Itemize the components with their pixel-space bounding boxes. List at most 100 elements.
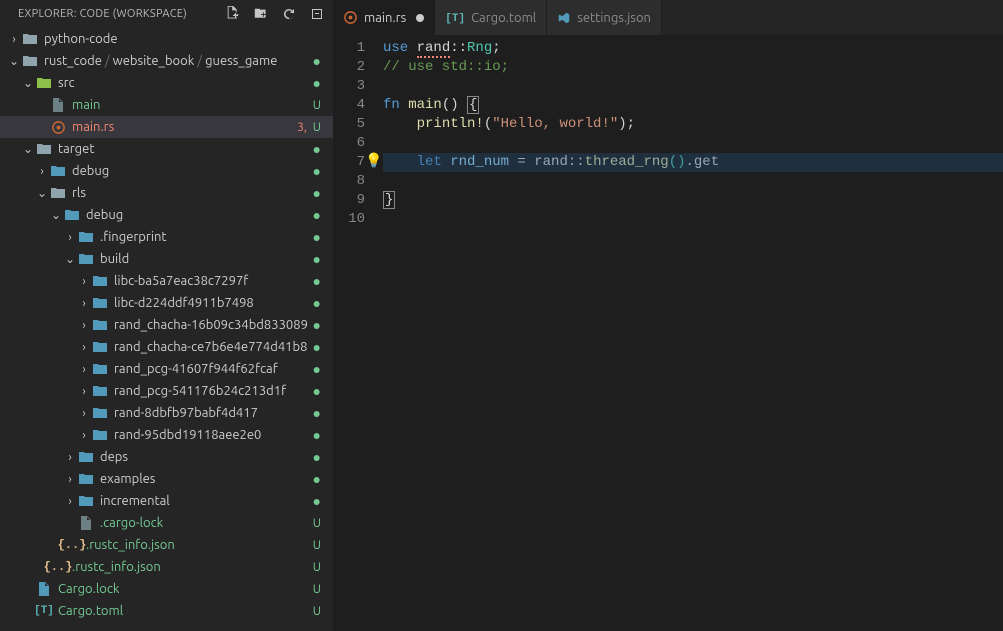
chevron-right-icon[interactable]: › [76,317,92,333]
chevron-right-icon[interactable]: › [76,361,92,377]
tree-item[interactable]: ›rand-8dbfb97babf4d417● [0,402,333,424]
folder-icon [64,207,80,223]
line-number: 9 [333,191,365,210]
tab-label: settings.json [577,11,651,25]
editor-tab[interactable]: main.rs [333,0,435,35]
chevron-down-icon[interactable]: ⌄ [6,53,22,69]
refresh-icon[interactable] [281,6,297,22]
tree-item[interactable]: {..}.rustc_info.jsonU [0,534,333,556]
chevron-right-icon[interactable]: › [76,339,92,355]
file-icon [50,97,66,113]
tree-item[interactable]: › python-code [0,28,333,50]
chevron-right-icon[interactable]: › [76,295,92,311]
tree-item-label: libc-ba5a7eac38c7297f [114,274,309,288]
git-modified-dot: ● [313,362,321,376]
git-modified-dot: ● [313,54,321,68]
git-status-untracked: U [313,517,321,530]
chevron-right-icon[interactable]: › [62,229,78,245]
tree-item[interactable]: Cargo.lockU [0,578,333,600]
tree-item[interactable]: ›rand_chacha-16b09c34bd833089● [0,314,333,336]
tree-item[interactable]: ›libc-ba5a7eac38c7297f● [0,270,333,292]
rust-icon [50,119,66,135]
chevron-down-icon[interactable]: ⌄ [48,207,64,223]
chevron-right-icon[interactable]: › [76,273,92,289]
chevron-right-icon[interactable]: › [62,449,78,465]
chevron-down-icon[interactable]: ⌄ [34,185,50,201]
tree-item[interactable]: ›libc-d224ddf4911b7498● [0,292,333,314]
collapse-all-icon[interactable] [309,6,325,22]
tree-item-label: debug [72,164,309,178]
dirty-indicator-icon [416,14,424,22]
current-line-highlight [383,153,1003,172]
line-number: 7 [333,153,365,172]
tree-item[interactable]: mainU [0,94,333,116]
chevron-right-icon[interactable]: › [76,427,92,443]
tree-item[interactable]: ›examples● [0,468,333,490]
tree-item[interactable]: ⌄rust_code / website_book / guess_game● [0,50,333,72]
tree-item[interactable]: main.rs3,U [0,116,333,138]
git-modified-dot: ● [313,76,321,90]
tree-item[interactable]: ⌄src● [0,72,333,94]
chevron-right-icon[interactable]: › [62,493,78,509]
toml-icon: [T] [36,603,52,619]
line-number: 10 [333,210,365,229]
editor-tab[interactable]: settings.json [547,0,662,35]
folder-icon [92,339,108,355]
tree-item[interactable]: [T]Cargo.tomlU [0,600,333,622]
line-number: 8 [333,172,365,191]
git-modified-dot: ● [313,450,321,464]
tree-item[interactable]: ›rand_pcg-541176b24c213d1f● [0,380,333,402]
tree-item[interactable]: {..}.rustc_info.jsonU [0,556,333,578]
chevron-right-icon[interactable]: › [76,383,92,399]
tree-item[interactable]: ›deps● [0,446,333,468]
tree-item-label: target [58,142,309,156]
git-status-untracked: U [313,99,321,112]
tree-item[interactable]: ›rand_pcg-41607f944f62fcaf● [0,358,333,380]
tree-item-label: rls [72,186,309,200]
chevron-right-icon[interactable]: › [62,471,78,487]
tree-item[interactable]: ›.fingerprint● [0,226,333,248]
folder-icon [50,185,66,201]
tree-item[interactable]: ⌄rls● [0,182,333,204]
vs-icon [557,11,571,25]
tree-item[interactable]: ›rand-95dbd19118aee2e0● [0,424,333,446]
folder-icon [78,471,94,487]
tree-item-label: Cargo.lock [58,582,309,596]
tree-item[interactable]: ›rand_chacha-ce7b6e4e774d41b8● [0,336,333,358]
tree-item[interactable]: ⌄debug● [0,204,333,226]
git-modified-dot: ● [313,472,321,486]
line-number: 4 [333,96,365,115]
chevron-down-icon[interactable]: ⌄ [62,251,78,267]
file-tree: › python-code ⌄rust_code / website_book / … [0,28,333,631]
lightbulb-icon[interactable]: 💡 [365,153,382,172]
folder-icon [50,163,66,179]
chevron-right-icon[interactable]: › [34,163,50,179]
new-file-icon[interactable] [225,6,241,22]
rust-icon [343,10,358,25]
folder-icon [92,383,108,399]
chevron-down-icon[interactable]: ⌄ [20,141,36,157]
line-number: 1 [333,39,365,58]
tree-item[interactable]: ⌄ target ● [0,138,333,160]
line-number: 3 [333,77,365,96]
chevron-right-icon[interactable]: › [76,405,92,421]
git-modified-dot: ● [313,494,321,508]
new-folder-icon[interactable] [253,6,269,22]
tree-item[interactable]: ⌄build● [0,248,333,270]
line-number: 5 [333,115,365,134]
folder-icon [36,75,52,91]
line-gutter: 12345678910 [333,39,383,631]
tree-item[interactable]: ›incremental● [0,490,333,512]
tree-item-label: Cargo.toml [58,604,309,618]
chevron-right-icon[interactable]: › [6,31,22,47]
git-modified-dot: ● [313,164,321,178]
tree-item[interactable]: .cargo-lockU [0,512,333,534]
code-editor[interactable]: 12345678910 💡 use rand::Rng; // use std:… [333,35,1003,631]
editor-tab[interactable]: [T]Cargo.toml [435,0,547,35]
git-modified-dot: ● [313,142,321,156]
tree-item-label: python-code [44,32,317,46]
code-lines[interactable]: 💡 use rand::Rng; // use std::io; fn main… [383,39,1003,631]
json-icon: {..} [50,559,66,575]
chevron-down-icon[interactable]: ⌄ [20,75,36,91]
tree-item[interactable]: › debug ● [0,160,333,182]
